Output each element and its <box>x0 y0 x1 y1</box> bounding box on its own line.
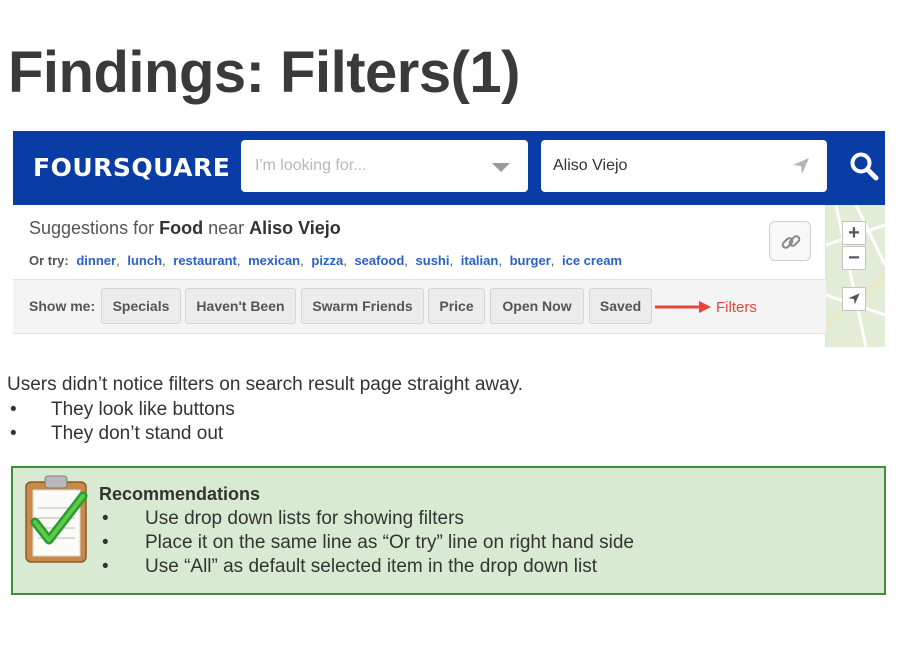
recommendation-text: Use drop down lists for showing filters <box>145 508 464 529</box>
filter-specials-button[interactable]: Specials <box>101 288 181 324</box>
or-try-link[interactable]: lunch <box>127 253 162 268</box>
location-arrow-icon <box>848 293 860 305</box>
locate-me-button[interactable] <box>842 287 866 311</box>
or-try-link[interactable]: seafood <box>354 253 404 268</box>
recommendations-title: Recommendations <box>99 484 261 504</box>
zoom-in-button[interactable]: + <box>842 221 866 245</box>
clipboard-check-icon <box>25 475 88 563</box>
suggestions-category: Food <box>159 218 204 238</box>
bullet-dot: • <box>102 508 109 529</box>
bullet-dot: • <box>10 399 17 420</box>
filters-annotation: Filters <box>716 299 757 316</box>
location-input[interactable]: Aliso Viejo <box>541 140 827 192</box>
suggestions-near-word: near <box>203 218 250 238</box>
results-header: Suggestions for Food near Aliso Viejo Or… <box>13 205 826 347</box>
search-input[interactable]: I'm looking for... <box>241 140 528 192</box>
show-me-label: Show me: <box>29 298 96 314</box>
or-try-link[interactable]: sushi <box>416 253 450 268</box>
recommendation-text: Place it on the same line as “Or try” li… <box>145 532 634 553</box>
or-try-link[interactable]: dinner <box>76 253 116 268</box>
finding-bullet-text: They don’t stand out <box>51 423 224 444</box>
or-try-link[interactable]: pizza <box>311 253 343 268</box>
recommendation-text: Use “All” as default selected item in th… <box>145 556 597 577</box>
chevron-down-icon[interactable] <box>492 163 510 172</box>
filter-open-now-button[interactable]: Open Now <box>490 288 584 324</box>
filter-saved-button[interactable]: Saved <box>589 288 652 324</box>
location-arrow-icon[interactable] <box>791 156 811 176</box>
annotation-arrow <box>655 301 711 313</box>
suggestions-location: Aliso Viejo <box>249 218 341 238</box>
bullet-dot: • <box>102 556 109 577</box>
bullet-dot: • <box>102 532 109 553</box>
filter-bar: Show me: Specials Haven't Been Swarm Fri… <box>13 279 826 334</box>
filter-havent-been-button[interactable]: Haven't Been <box>185 288 296 324</box>
link-icon <box>781 235 801 249</box>
or-try-link[interactable]: burger <box>510 253 551 268</box>
map-panel[interactable]: + − <box>826 205 885 347</box>
or-try-row: Or try: dinner, lunch, restaurant, mexic… <box>29 253 622 268</box>
top-nav-bar: FOURSQUARE I'm looking for... Aliso Viej… <box>13 131 885 205</box>
or-try-link[interactable]: italian <box>461 253 499 268</box>
suggestions-heading: Suggestions for Food near Aliso Viejo <box>29 218 341 239</box>
zoom-out-button[interactable]: − <box>842 246 866 270</box>
or-try-link[interactable]: restaurant <box>173 253 237 268</box>
finding-bullet-text: They look like buttons <box>51 399 235 420</box>
filter-swarm-friends-button[interactable]: Swarm Friends <box>301 288 424 324</box>
or-try-link[interactable]: mexican <box>248 253 300 268</box>
or-try-link[interactable]: ice cream <box>562 253 622 268</box>
suggestions-prefix: Suggestions for <box>29 218 160 238</box>
foursquare-logo[interactable]: FOURSQUARE <box>33 153 230 182</box>
filter-price-button[interactable]: Price <box>428 288 485 324</box>
slide-title: Findings: Filters(1) <box>8 40 521 105</box>
foursquare-screenshot: FOURSQUARE I'm looking for... Aliso Viej… <box>13 131 885 347</box>
recommendations-box: Recommendations • Use drop down lists fo… <box>11 466 886 595</box>
bullet-dot: • <box>10 423 17 444</box>
location-value: Aliso Viejo <box>553 157 628 174</box>
finding-text: Users didn’t notice filters on search re… <box>7 374 524 395</box>
share-link-button[interactable] <box>769 221 811 261</box>
or-try-label: Or try: <box>29 253 69 268</box>
search-icon[interactable] <box>849 151 879 181</box>
search-placeholder: I'm looking for... <box>255 157 367 174</box>
